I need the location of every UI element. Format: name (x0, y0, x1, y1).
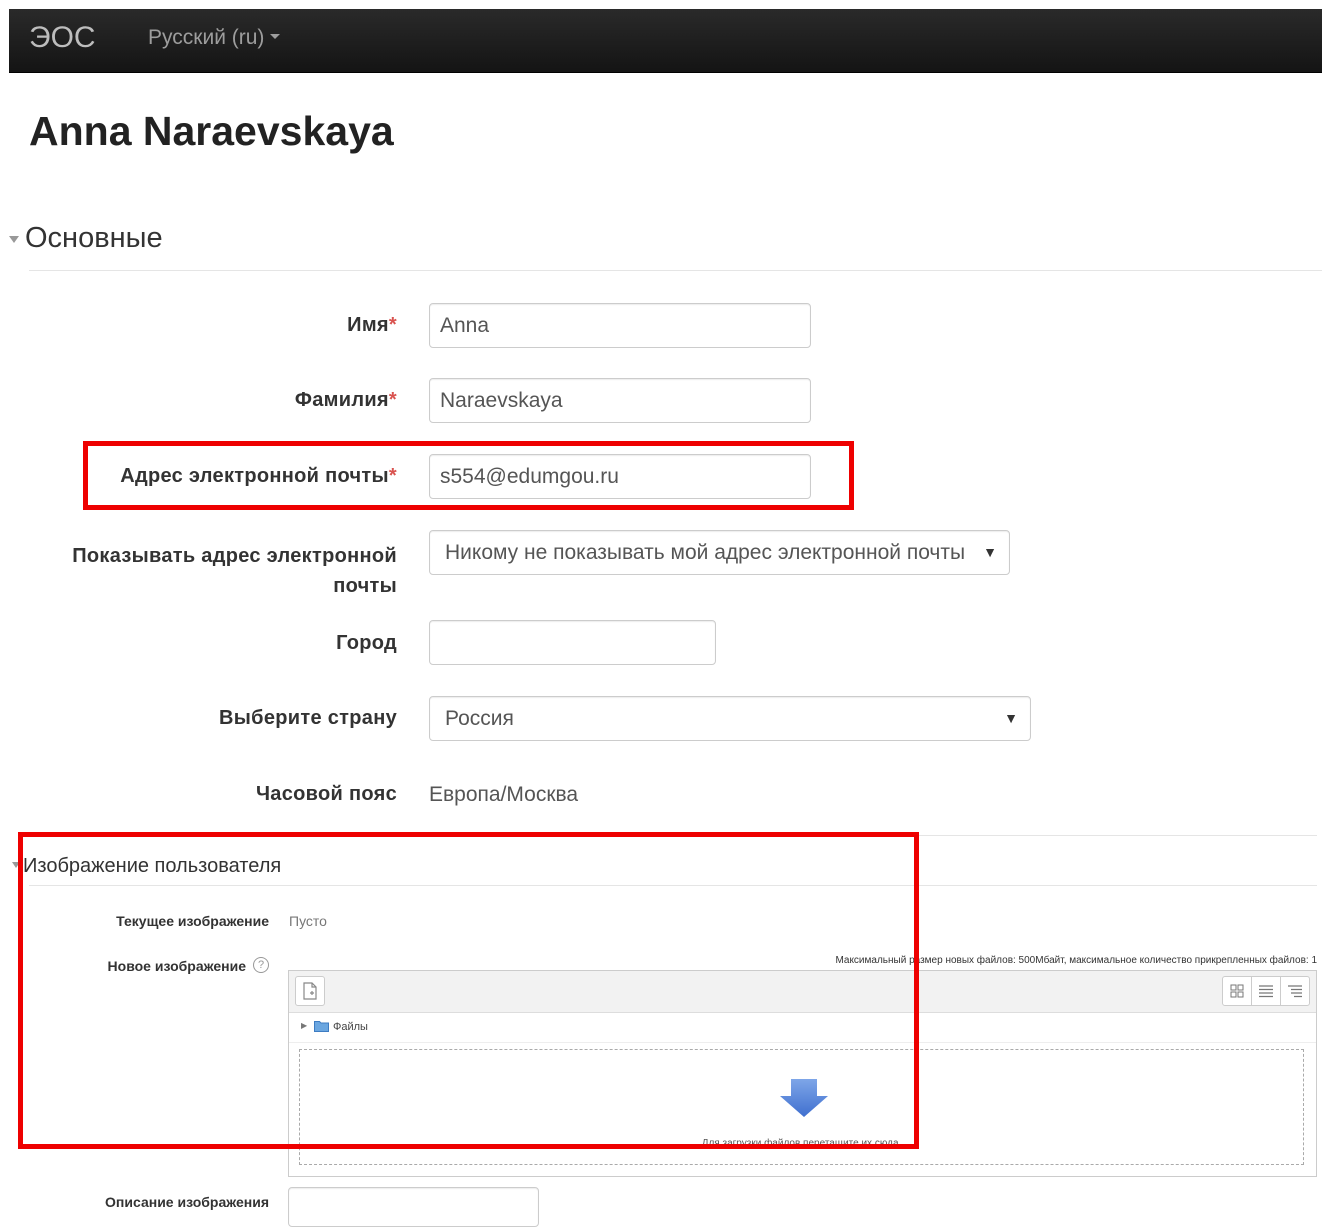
grid-view-button[interactable] (1222, 976, 1252, 1006)
country-label: Выберите страну (219, 707, 397, 729)
section-divider (29, 885, 1317, 886)
first-name-input[interactable]: Anna (429, 303, 811, 348)
navbar: ЭОС Русский (ru) (9, 9, 1322, 73)
current-picture-label: Текущее изображение (116, 913, 269, 929)
folder-icon (314, 1021, 329, 1032)
section-general-title: Основные (25, 222, 163, 254)
language-label: Русский (ru) (148, 26, 265, 49)
folder-path: ▶ Файлы (289, 1012, 1316, 1043)
tree-view-icon (1288, 985, 1302, 998)
country-select[interactable]: Россия ▼ (429, 696, 1031, 741)
site-brand[interactable]: ЭОС (29, 21, 96, 55)
section-picture-header[interactable]: Изображение пользователя (12, 855, 281, 878)
email-display-value: Никому не показывать мой адрес электронн… (445, 541, 966, 564)
list-view-button[interactable] (1251, 976, 1281, 1006)
section-divider (29, 835, 1317, 836)
collapse-triangle-icon (12, 861, 20, 868)
new-picture-label: Новое изображение (107, 958, 246, 974)
country-value: Россия (445, 707, 514, 730)
first-name-label-text: Имя (347, 314, 389, 336)
add-file-icon (303, 982, 317, 1000)
folder-name[interactable]: Файлы (333, 1021, 368, 1033)
last-name-label-text: Фамилия (294, 389, 389, 411)
download-arrow-icon (780, 1079, 828, 1117)
required-mark: * (388, 465, 397, 487)
drop-zone[interactable]: Для загрузки файлов перетащите их сюда. (299, 1049, 1304, 1165)
list-view-icon (1259, 985, 1273, 998)
email-display-label-line1: Показывать адрес электронной (72, 545, 397, 567)
picture-description-input[interactable] (288, 1187, 539, 1227)
email-label: Адрес электронной почты* (40, 465, 397, 488)
email-display-select[interactable]: Никому не показывать мой адрес электронн… (429, 530, 1010, 575)
select-arrow-icon: ▼ (983, 544, 997, 560)
current-picture-value: Пусто (289, 913, 327, 929)
first-name-label: Имя* (40, 314, 397, 337)
help-icon[interactable]: ? (253, 957, 269, 973)
city-input[interactable] (429, 620, 716, 665)
timezone-label: Часовой пояс (255, 783, 397, 805)
required-mark: * (388, 314, 397, 336)
language-menu[interactable]: Русский (ru) (148, 26, 281, 50)
tree-view-button[interactable] (1280, 976, 1310, 1006)
grid-view-icon (1230, 984, 1244, 998)
page-title: Anna Naraevskaya (29, 108, 394, 154)
email-display-label: Показывать адрес электронной почты (20, 541, 397, 601)
caret-down-icon (270, 33, 281, 39)
collapse-triangle-icon (9, 236, 19, 244)
upload-limits: Максимальный размер новых файлов: 500Мба… (835, 955, 1317, 966)
email-display-label-line2: почты (333, 575, 397, 597)
city-label: Город (336, 632, 397, 654)
picture-description-label: Описание изображения (105, 1194, 269, 1210)
drop-hint: Для загрузки файлов перетащите их сюда. (701, 1138, 902, 1149)
required-mark: * (388, 389, 397, 411)
email-input[interactable]: s554@edumgou.ru (429, 454, 811, 499)
expand-arrow-icon[interactable]: ▶ (301, 1021, 307, 1030)
section-general-header[interactable]: Основные (9, 222, 1322, 255)
timezone-value: Европа/Москва (429, 783, 579, 806)
last-name-label: Фамилия* (40, 389, 397, 412)
section-picture-title: Изображение пользователя (23, 855, 282, 877)
add-file-button[interactable] (295, 976, 325, 1006)
file-manager: ▶ Файлы Для загрузки файлов перетащите и… (288, 970, 1317, 1177)
file-manager-toolbar (289, 971, 1316, 1013)
last-name-input[interactable]: Naraevskaya (429, 378, 811, 423)
select-arrow-icon: ▼ (1004, 710, 1018, 726)
email-label-text: Адрес электронной почты (120, 465, 389, 487)
section-divider (29, 270, 1322, 271)
